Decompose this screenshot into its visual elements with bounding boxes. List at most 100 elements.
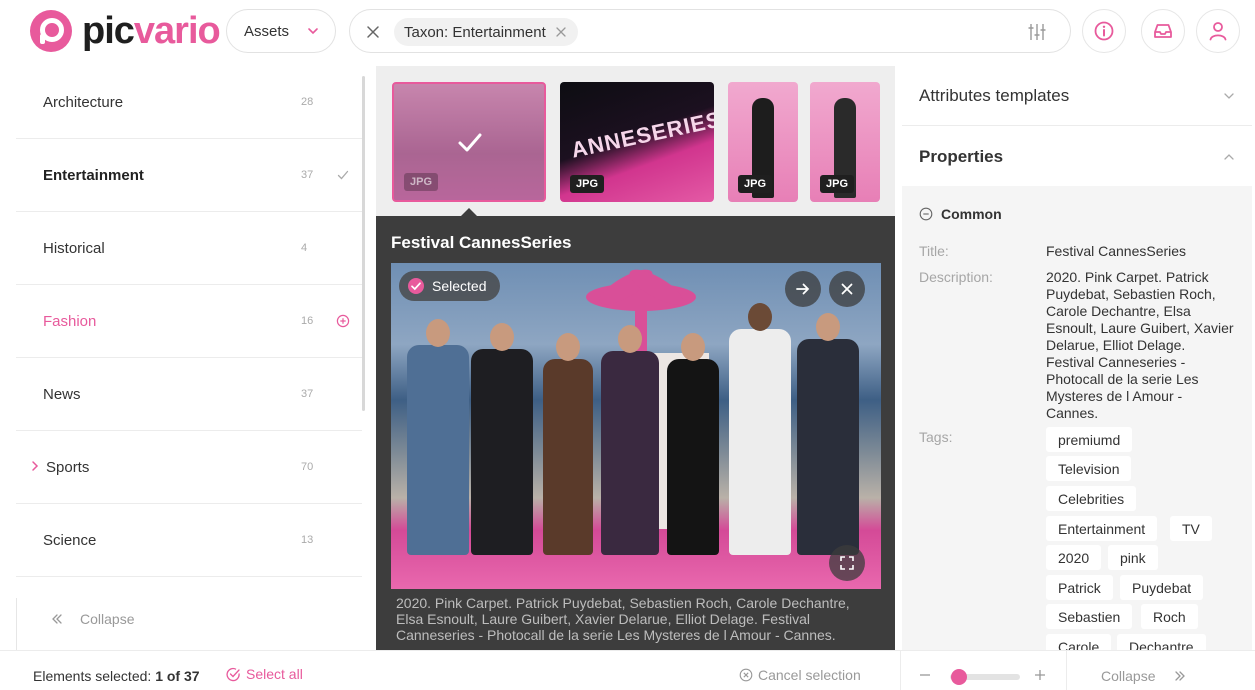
- add-circle-icon[interactable]: [336, 314, 350, 328]
- assets-dropdown[interactable]: Assets: [226, 9, 336, 53]
- common-group-toggle[interactable]: Common: [919, 206, 1002, 222]
- double-chevron-right-icon: [1175, 671, 1186, 681]
- sidebar-item-label: Sports: [46, 458, 90, 476]
- collapse-panel-label: Collapse: [1101, 668, 1156, 684]
- fullscreen-button[interactable]: [829, 545, 865, 581]
- tag-chip[interactable]: Celebrities: [1046, 486, 1137, 511]
- common-label: Common: [941, 206, 1002, 222]
- selection-count: 1 of 37: [155, 668, 200, 684]
- file-type-badge: JPG: [738, 175, 773, 193]
- thumbnail[interactable]: JPG: [810, 82, 880, 202]
- check-circle-outline-icon: [226, 667, 240, 681]
- taxonomy-sidebar: Architecture 28 Entertainment 37 Histori…: [16, 66, 362, 650]
- zoom-out-icon[interactable]: [918, 668, 932, 682]
- attributes-templates-section[interactable]: Attributes templates: [902, 66, 1252, 126]
- checkmark-icon: [337, 170, 349, 180]
- user-icon: [1209, 22, 1227, 41]
- arrow-right-icon: [796, 283, 810, 295]
- preview-caption: 2020. Pink Carpet. Patrick Puydebat, Seb…: [396, 595, 850, 643]
- selected-badge[interactable]: Selected: [399, 271, 501, 301]
- chevron-up-icon: [1224, 154, 1234, 160]
- filter-chip[interactable]: Taxon: Entertainment: [394, 18, 578, 46]
- next-button[interactable]: [785, 271, 821, 307]
- filter-sliders-icon[interactable]: [1026, 21, 1048, 43]
- close-icon: [841, 283, 853, 295]
- sidebar-item-news[interactable]: News 37: [16, 358, 362, 431]
- sidebar-item-entertainment[interactable]: Entertainment 37: [16, 139, 362, 212]
- select-all-label: Select all: [246, 666, 303, 682]
- sidebar-item-count: 37: [301, 169, 314, 181]
- sidebar-scrollbar[interactable]: [362, 76, 365, 411]
- thumbnail-selected[interactable]: JPG: [392, 82, 546, 202]
- logo-text-vario: vario: [133, 10, 221, 52]
- chevron-right-icon[interactable]: [30, 459, 40, 473]
- sidebar-item-count: 70: [301, 461, 314, 473]
- tag-chip[interactable]: Sebastien: [1046, 604, 1133, 629]
- footer-divider: [900, 651, 901, 690]
- sidebar-item-science[interactable]: Science 13: [16, 504, 362, 577]
- inbox-button[interactable]: [1141, 9, 1185, 53]
- sidebar-item-label: Architecture: [43, 93, 124, 111]
- file-type-badge: JPG: [820, 175, 855, 193]
- sidebar-item-historical[interactable]: Historical 4: [16, 212, 362, 285]
- thumbnail-strip: JPG ANNESERIES JPG JPG JPG: [376, 66, 895, 217]
- sidebar-item-count: 13: [301, 534, 314, 546]
- close-preview-button[interactable]: [829, 271, 865, 307]
- info-button[interactable]: [1082, 9, 1126, 53]
- tag-chip[interactable]: Carole: [1046, 634, 1112, 650]
- remove-filter-icon[interactable]: [554, 25, 568, 39]
- clear-search-icon[interactable]: [364, 23, 382, 41]
- description-value: 2020. Pink Carpet. Patrick Puydebat, Seb…: [1046, 269, 1234, 421]
- tag-chip[interactable]: Puydebat: [1120, 575, 1204, 600]
- collapse-panel-button[interactable]: Collapse: [1101, 668, 1187, 684]
- tag-chip[interactable]: Television: [1046, 456, 1132, 481]
- assets-dropdown-label: Assets: [244, 22, 290, 40]
- selection-prefix: Elements selected:: [33, 668, 152, 684]
- sidebar-item-count: 37: [301, 388, 314, 400]
- tag-chip[interactable]: Entertainment: [1046, 516, 1158, 541]
- tag-chip[interactable]: Patrick: [1046, 575, 1113, 600]
- preview-title: Festival CannesSeries: [391, 233, 572, 252]
- sidebar-item-label: Fashion: [43, 312, 97, 330]
- logo-text-pic: pic: [82, 10, 135, 52]
- cancel-circle-icon: [739, 668, 753, 682]
- tag-chip[interactable]: Roch: [1141, 604, 1198, 629]
- properties-section[interactable]: Properties: [902, 127, 1252, 187]
- preview-image[interactable]: Selected: [391, 263, 881, 589]
- zoom-slider-handle[interactable]: [950, 669, 967, 685]
- thumbnail-text: ANNESERIES: [568, 106, 714, 163]
- collapse-sidebar-button[interactable]: Collapse: [50, 611, 134, 627]
- user-button[interactable]: [1196, 9, 1240, 53]
- sidebar-item-count: 28: [301, 96, 314, 108]
- tag-chip[interactable]: Dechantre: [1117, 634, 1206, 650]
- tag-chip[interactable]: 2020: [1046, 545, 1102, 570]
- picvario-logo[interactable]: picvario: [30, 10, 221, 52]
- sidebar-item-label: Historical: [43, 239, 105, 257]
- asset-viewer: JPG ANNESERIES JPG JPG JPG Festival Cann…: [376, 66, 895, 650]
- search-bar[interactable]: Taxon: Entertainment: [349, 9, 1071, 53]
- select-all-button[interactable]: Select all: [226, 666, 303, 682]
- cancel-selection-button[interactable]: Cancel selection: [739, 667, 861, 683]
- title-label: Title:: [919, 243, 949, 259]
- properties-body: Common Title: Festival CannesSeries Desc…: [902, 186, 1252, 650]
- preview-pointer: [460, 208, 478, 217]
- tag-chip[interactable]: TV: [1170, 516, 1212, 541]
- sidebar-item-count: 16: [301, 315, 314, 327]
- tag-chip[interactable]: pink: [1108, 545, 1158, 570]
- tag-chip[interactable]: premiumd: [1046, 427, 1133, 452]
- thumbnail[interactable]: JPG: [728, 82, 798, 202]
- sidebar-item-count: 4: [301, 242, 308, 254]
- sidebar-item-fashion[interactable]: Fashion 16: [16, 285, 362, 358]
- zoom-in-icon[interactable]: [1033, 668, 1047, 682]
- sidebar-item-architecture[interactable]: Architecture 28: [16, 66, 362, 139]
- logo-icon: [30, 10, 72, 52]
- fullscreen-icon: [840, 556, 854, 570]
- thumbnail[interactable]: ANNESERIES JPG: [560, 82, 714, 202]
- filter-chip-label: Taxon: Entertainment: [404, 23, 546, 41]
- sidebar-item-sports[interactable]: Sports 70: [16, 431, 362, 504]
- selected-label: Selected: [432, 278, 487, 294]
- chevron-down-icon: [308, 28, 318, 35]
- chevron-down-icon: [1224, 93, 1234, 99]
- tags-label: Tags:: [919, 429, 953, 445]
- status-footer: Elements selected: 1 of 37 Select all Ca…: [0, 650, 1255, 690]
